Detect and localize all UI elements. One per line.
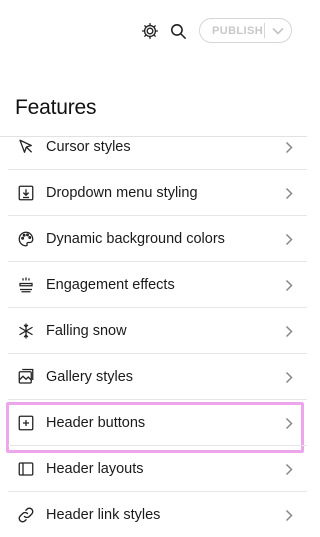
list-item-label: Dropdown menu styling (46, 185, 198, 201)
publish-label: PUBLISH (212, 24, 264, 37)
search-icon[interactable] (167, 20, 189, 42)
chevron-right-icon (283, 186, 295, 200)
list-item[interactable]: Falling snow (8, 308, 307, 354)
link-icon (16, 505, 36, 525)
page-title: Features (15, 96, 97, 119)
cursor-icon (16, 137, 36, 157)
list-item-label: Dynamic background colors (46, 231, 225, 247)
gear-icon[interactable] (139, 20, 161, 42)
list-item-highlighted[interactable]: Header buttons (6, 400, 307, 453)
chevron-right-icon (283, 140, 295, 154)
list-item-label: Falling snow (46, 323, 127, 339)
list-item[interactable]: Gallery styles (8, 354, 307, 400)
feature-list: Cursor styles Dropdown menu styling Dyna… (6, 124, 307, 537)
list-item-label: Header link styles (46, 507, 161, 523)
snowflake-icon (16, 321, 36, 341)
plus-square-icon (16, 413, 36, 433)
publish-button[interactable]: PUBLISH (199, 18, 292, 43)
list-item-label: Header layouts (46, 461, 144, 477)
dropdown-icon (16, 183, 36, 203)
chevron-down-icon[interactable] (265, 27, 291, 35)
chevron-right-icon (283, 462, 295, 476)
list-item[interactable]: Header link styles (8, 492, 307, 537)
list-item[interactable]: Engagement effects (8, 262, 307, 308)
chevron-right-icon (283, 324, 295, 338)
top-bar: PUBLISH (0, 0, 307, 62)
list-item[interactable]: Cursor styles (8, 124, 307, 170)
chevron-right-icon (283, 278, 295, 292)
gallery-icon (16, 367, 36, 387)
chevron-right-icon (283, 416, 295, 430)
list-item-label: Header buttons (46, 415, 146, 431)
list-item-label: Cursor styles (46, 139, 131, 155)
list-item[interactable]: Header layouts (8, 446, 307, 492)
list-item[interactable]: Dynamic background colors (8, 216, 307, 262)
chevron-right-icon (283, 508, 295, 522)
title-divider (0, 136, 307, 137)
chevron-right-icon (283, 232, 295, 246)
list-item[interactable]: Dropdown menu styling (8, 170, 307, 216)
layout-icon (16, 459, 36, 479)
sparkle-icon (16, 275, 36, 295)
list-item-label: Gallery styles (46, 369, 134, 385)
palette-icon (16, 229, 36, 249)
list-item-label: Engagement effects (46, 277, 175, 293)
chevron-right-icon (283, 370, 295, 384)
